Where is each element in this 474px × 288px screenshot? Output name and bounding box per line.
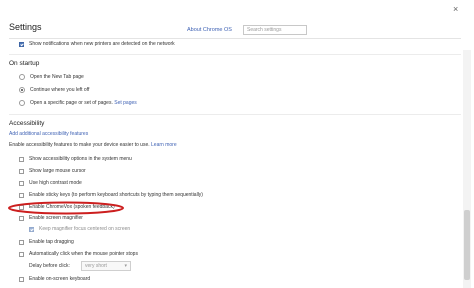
delay-before-click-row: Delay before click: [29, 262, 70, 270]
a11y-option-auto-click[interactable]: Automatically click when the mouse point… [19, 250, 138, 258]
a11y-option-label: Enable tap dragging [29, 239, 74, 245]
onscreen-keyboard-checkbox[interactable] [19, 276, 24, 282]
printers-notification-label: Show notifications when new printers are… [29, 41, 175, 47]
delay-label: Delay before click: [29, 263, 70, 269]
sticky-keys-checkbox[interactable] [19, 192, 24, 198]
startup-option-new-tab[interactable]: Open the New Tab page [19, 73, 84, 81]
a11y-option-tap-dragging[interactable]: Enable tap dragging [19, 238, 74, 246]
page-title: Settings [9, 22, 42, 32]
header-divider [9, 38, 461, 39]
new-tab-radio[interactable] [19, 74, 25, 80]
delay-select[interactable]: very short ▾ [81, 261, 131, 271]
accessibility-description-text: Enable accessibility features to make yo… [9, 142, 150, 148]
accessibility-description: Enable accessibility features to make yo… [9, 141, 177, 149]
chromevox-checkbox[interactable] [19, 204, 24, 210]
on-startup-heading: On startup [9, 60, 40, 67]
accessibility-heading: Accessibility [9, 120, 45, 127]
a11y-option-label: Use high contrast mode [29, 180, 82, 186]
a11y-option-label: Enable screen magnifier [29, 215, 83, 221]
a11y-option-magnifier-focus[interactable]: Keep magnifier focus centered on screen [29, 225, 130, 233]
section-divider [9, 54, 461, 55]
learn-more-link[interactable]: Learn more [151, 142, 177, 148]
a11y-option-onscreen-keyboard[interactable]: Enable on-screen keyboard [19, 275, 90, 283]
startup-option-label: Continue where you left off [30, 87, 90, 93]
startup-option-label: Open a specific page or set of pages. [30, 100, 113, 106]
auto-click-checkbox[interactable] [19, 251, 24, 257]
screen-magnifier-checkbox[interactable] [19, 215, 24, 221]
a11y-option-label: Show accessibility options in the system… [29, 156, 132, 162]
a11y-option-label: Show large mouse cursor [29, 168, 86, 174]
a11y-option-label: Enable ChromeVox (spoken feedback) [29, 204, 115, 210]
a11y-option-label: Automatically click when the mouse point… [29, 251, 138, 257]
a11y-option-sticky-keys[interactable]: Enable sticky keys (to perform keyboard … [19, 191, 203, 199]
large-cursor-checkbox[interactable] [19, 168, 24, 174]
a11y-option-chromevox[interactable]: Enable ChromeVox (spoken feedback) [19, 203, 115, 211]
a11y-option-screen-magnifier[interactable]: Enable screen magnifier [19, 214, 83, 222]
chevron-down-icon: ▾ [124, 263, 127, 269]
a11y-option-high-contrast[interactable]: Use high contrast mode [19, 179, 82, 187]
a11y-option-system-menu[interactable]: Show accessibility options in the system… [19, 155, 132, 163]
startup-option-specific-pages[interactable]: Open a specific page or set of pages. Se… [19, 99, 137, 107]
startup-option-label: Open the New Tab page [30, 74, 84, 80]
specific-pages-radio[interactable] [19, 100, 25, 106]
startup-option-continue[interactable]: Continue where you left off [19, 86, 89, 94]
scrollbar[interactable] [463, 50, 471, 288]
tap-dragging-checkbox[interactable] [19, 239, 24, 245]
a11y-option-label: Enable sticky keys (to perform keyboard … [29, 192, 203, 198]
about-chrome-os-link[interactable]: About Chrome OS [187, 27, 232, 33]
delay-select-value: very short [85, 263, 107, 269]
a11y-option-large-cursor[interactable]: Show large mouse cursor [19, 167, 86, 175]
system-menu-checkbox[interactable] [19, 156, 24, 162]
close-icon[interactable]: × [453, 4, 458, 14]
add-accessibility-features-link[interactable]: Add additional accessibility features [9, 130, 88, 138]
search-input[interactable]: Search settings [243, 25, 307, 35]
a11y-option-label: Keep magnifier focus centered on screen [39, 226, 131, 232]
set-pages-link[interactable]: Set pages [114, 100, 137, 106]
magnifier-focus-checkbox[interactable] [29, 226, 34, 232]
printers-notification-checkbox[interactable] [19, 41, 24, 47]
a11y-option-label: Enable on-screen keyboard [29, 276, 91, 282]
scrollbar-thumb[interactable] [464, 210, 470, 280]
high-contrast-checkbox[interactable] [19, 180, 24, 186]
section-divider [9, 114, 461, 115]
continue-radio[interactable] [19, 87, 25, 93]
printers-notification-option[interactable]: Show notifications when new printers are… [19, 40, 175, 48]
